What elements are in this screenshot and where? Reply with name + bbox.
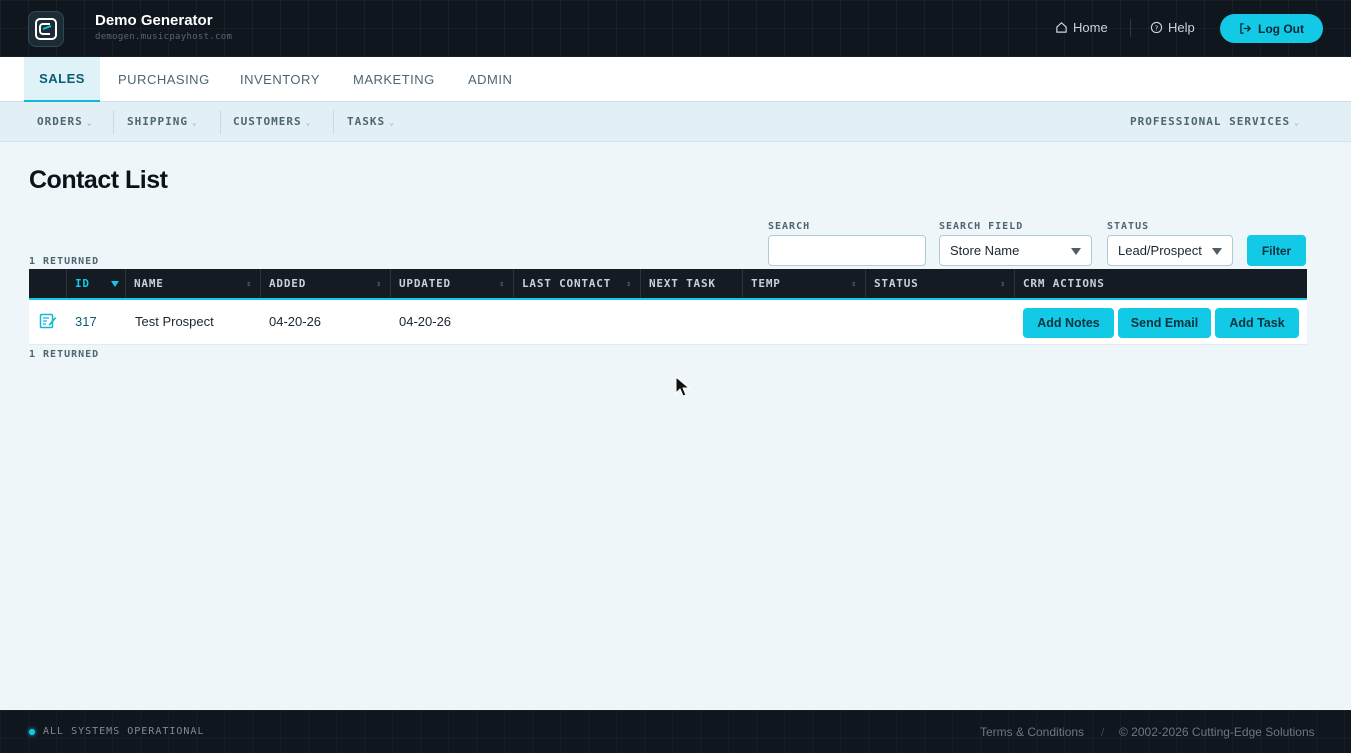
column-status-label: STATUS [874, 277, 919, 290]
page-title: Contact List [29, 166, 168, 194]
sort-icon: ⇕ [376, 279, 382, 288]
column-last-contact[interactable]: LAST CONTACT ⇕ [514, 269, 641, 298]
subnav-tasks[interactable]: TASKS ⌄ [347, 115, 395, 128]
column-temp-label: TEMP [751, 277, 781, 290]
copyright: © 2002-2026 Cutting-Edge Solutions [1119, 725, 1315, 739]
table-row: 317 Test Prospect 04-20-26 04-20-26 Add … [29, 300, 1307, 345]
cursor-icon [675, 376, 691, 397]
column-id-label: ID [75, 277, 90, 290]
column-added-label: ADDED [269, 277, 307, 290]
returned-count-top: 1 RETURNED [29, 256, 100, 267]
status-select[interactable]: Lead/Prospect [1107, 235, 1233, 266]
help-label: Help [1168, 20, 1195, 35]
sort-icon: ⇕ [1000, 279, 1006, 288]
tab-inventory[interactable]: INVENTORY [222, 57, 338, 102]
add-notes-button[interactable]: Add Notes [1023, 308, 1114, 338]
row-added: 04-20-26 [269, 314, 322, 329]
main-tabs: SALES PURCHASING INVENTORY MARKETING ADM… [0, 57, 1351, 102]
search-input[interactable] [768, 235, 926, 266]
status-value: Lead/Prospect [1118, 243, 1202, 258]
svg-text:?: ? [1155, 23, 1159, 32]
column-name-label: NAME [134, 277, 164, 290]
logo[interactable] [28, 11, 64, 47]
footer-separator: / [1101, 725, 1105, 739]
brand-name: Demo Generator [95, 12, 213, 29]
subnav-orders[interactable]: ORDERS ⌄ [37, 115, 93, 128]
column-next-task: NEXT TASK [641, 269, 743, 298]
column-status[interactable]: STATUS ⇕ [866, 269, 1015, 298]
status-dot-icon [29, 729, 35, 735]
tab-purchasing[interactable]: PURCHASING [100, 57, 228, 102]
footer: ALL SYSTEMS OPERATIONAL Terms & Conditio… [0, 710, 1351, 753]
table-header: ID NAME ⇕ ADDED ⇕ UPDATED ⇕ LAST CONTACT ⇕ N… [29, 269, 1307, 300]
top-bar: Demo Generator demogen.musicpayhost.com … [0, 0, 1351, 57]
column-crm-actions-label: CRM ACTIONS [1023, 277, 1105, 290]
tab-marketing[interactable]: MARKETING [335, 57, 453, 102]
subnav-customers[interactable]: CUSTOMERS ⌄ [233, 115, 311, 128]
tab-sales[interactable]: SALES [24, 57, 100, 102]
column-id[interactable]: ID [67, 269, 126, 298]
subnav-tasks-label: TASKS [347, 115, 386, 128]
tab-admin[interactable]: ADMIN [450, 57, 530, 102]
home-label: Home [1073, 20, 1108, 35]
sort-icon: ⇕ [499, 279, 505, 288]
column-temp[interactable]: TEMP ⇕ [743, 269, 866, 298]
logout-button[interactable]: Log Out [1220, 14, 1323, 43]
column-name[interactable]: NAME ⇕ [126, 269, 261, 298]
header-divider [1130, 19, 1131, 37]
column-updated-label: UPDATED [399, 277, 451, 290]
column-select [29, 269, 67, 298]
add-task-button[interactable]: Add Task [1215, 308, 1299, 338]
subnav-professional-services-label: PROFESSIONAL SERVICES [1130, 115, 1291, 128]
row-updated: 04-20-26 [399, 314, 452, 329]
returned-count-bottom: 1 RETURNED [29, 349, 100, 360]
subnav-orders-label: ORDERS [37, 115, 83, 128]
sort-icon: ⇕ [626, 279, 632, 288]
sort-desc-icon [111, 281, 119, 287]
column-added[interactable]: ADDED ⇕ [261, 269, 391, 298]
send-email-button[interactable]: Send Email [1118, 308, 1211, 338]
terms-link[interactable]: Terms & Conditions [980, 725, 1084, 739]
logout-label: Log Out [1258, 21, 1304, 36]
subnav-professional-services[interactable]: PROFESSIONAL SERVICES ⌄ [1130, 115, 1300, 128]
subnav-divider [333, 110, 334, 134]
edit-icon[interactable] [39, 312, 57, 330]
chevron-down-icon: ⌄ [86, 118, 93, 127]
column-crm-actions: CRM ACTIONS [1015, 269, 1307, 298]
sub-nav: ORDERS ⌄ SHIPPING ⌄ CUSTOMERS ⌄ TASKS ⌄ PROF… [0, 102, 1351, 142]
brand-host: demogen.musicpayhost.com [95, 32, 233, 42]
subnav-divider [220, 110, 221, 134]
subnav-divider [113, 110, 114, 134]
row-name: Test Prospect [135, 314, 214, 329]
chevron-down-icon: ⌄ [1294, 118, 1300, 127]
chevron-down-icon: ⌄ [191, 118, 198, 127]
help-link[interactable]: ? Help [1150, 20, 1195, 35]
search-label: SEARCH [768, 221, 811, 232]
sort-icon: ⇕ [851, 279, 857, 288]
search-field-select[interactable]: Store Name [939, 235, 1092, 266]
subnav-shipping-label: SHIPPING [127, 115, 188, 128]
search-field-label: SEARCH FIELD [939, 221, 1024, 232]
home-icon [1056, 22, 1067, 33]
search-field-value: Store Name [950, 243, 1020, 258]
row-id[interactable]: 317 [75, 314, 97, 329]
system-status: ALL SYSTEMS OPERATIONAL [43, 726, 205, 737]
sort-icon: ⇕ [246, 279, 252, 288]
status-label: STATUS [1107, 221, 1150, 232]
caret-down-icon [1212, 248, 1222, 255]
filter-button[interactable]: Filter [1247, 235, 1306, 266]
column-updated[interactable]: UPDATED ⇕ [391, 269, 514, 298]
column-last-contact-label: LAST CONTACT [522, 277, 612, 290]
caret-down-icon [1071, 248, 1081, 255]
subnav-shipping[interactable]: SHIPPING ⌄ [127, 115, 198, 128]
chevron-down-icon: ⌄ [389, 118, 395, 127]
logo-icon [35, 18, 57, 40]
home-link[interactable]: Home [1055, 20, 1108, 35]
logout-icon [1240, 23, 1252, 34]
column-next-task-label: NEXT TASK [649, 277, 716, 290]
chevron-down-icon: ⌄ [305, 118, 312, 127]
subnav-customers-label: CUSTOMERS [233, 115, 302, 128]
help-icon: ? [1150, 21, 1163, 34]
